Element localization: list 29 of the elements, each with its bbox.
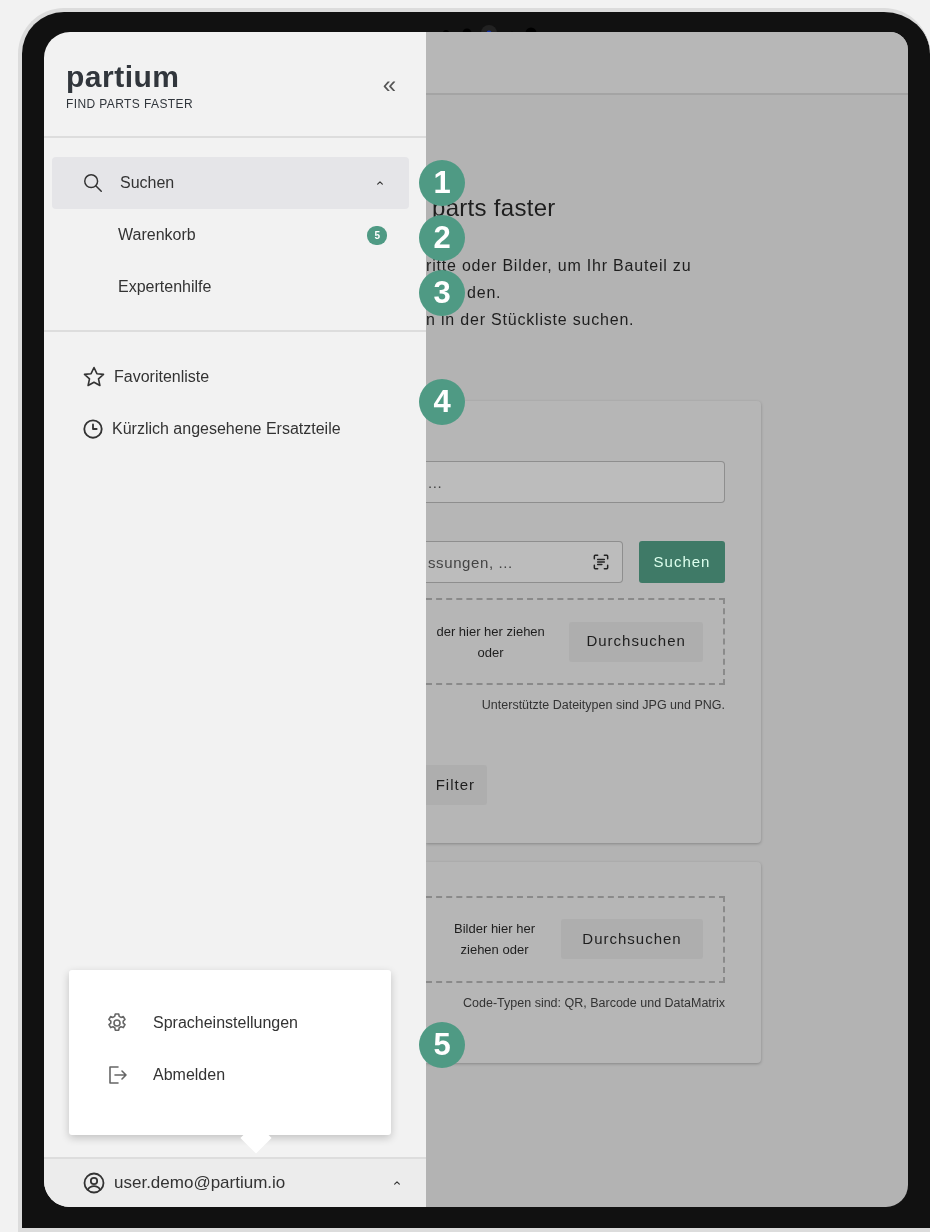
nav-item[interactable]: Suchen bbox=[52, 157, 409, 209]
drop-zone-text: Bilder hier her ziehen oder bbox=[453, 920, 536, 960]
nav-sub-item[interactable]: Expertenhilfe bbox=[118, 275, 387, 299]
search-button[interactable]: Suchen bbox=[638, 541, 725, 583]
nav-sub-item[interactable]: Warenkorb bbox=[118, 223, 368, 247]
menu-item[interactable]: Spracheinstellungen bbox=[153, 1011, 298, 1035]
filter-button[interactable]: Filter bbox=[426, 764, 487, 805]
menu-item[interactable]: Abmelden bbox=[153, 1063, 226, 1087]
user-email: user.demo@partium.io bbox=[114, 1172, 287, 1195]
nav-label: Suchen bbox=[120, 173, 176, 193]
tagline: FIND PARTS FASTER bbox=[66, 96, 194, 113]
browse-button[interactable]: Durchsuchen bbox=[561, 919, 703, 960]
nav-link[interactable]: Kürzlich angesehene Ersatzteile bbox=[112, 417, 341, 441]
star-icon bbox=[82, 365, 106, 389]
user-account-row[interactable]: user.demo@partium.io bbox=[44, 1157, 426, 1207]
logo: partium bbox=[66, 62, 181, 92]
text-search-field[interactable]: ... bbox=[426, 461, 725, 503]
hint-text: Unterstützte Dateitypen sind JPG und PNG. bbox=[480, 697, 725, 714]
user-icon bbox=[82, 1171, 106, 1195]
collapse-button[interactable]: « bbox=[382, 70, 396, 100]
nav-link[interactable]: Favoritenliste bbox=[114, 365, 210, 389]
browse-button[interactable]: Durchsuchen bbox=[569, 621, 703, 662]
search-icon bbox=[82, 172, 104, 194]
clock-icon bbox=[82, 418, 104, 440]
code-search-field[interactable]: ssungen, ... bbox=[426, 541, 623, 583]
hint-text: Code-Typen sind: QR, Barcode und DataMatrix bbox=[462, 994, 725, 1012]
drop-zone-text: der hier her ziehen oder bbox=[435, 622, 546, 662]
intro-text: den. bbox=[467, 283, 502, 303]
count-badge: 5 bbox=[367, 225, 387, 245]
